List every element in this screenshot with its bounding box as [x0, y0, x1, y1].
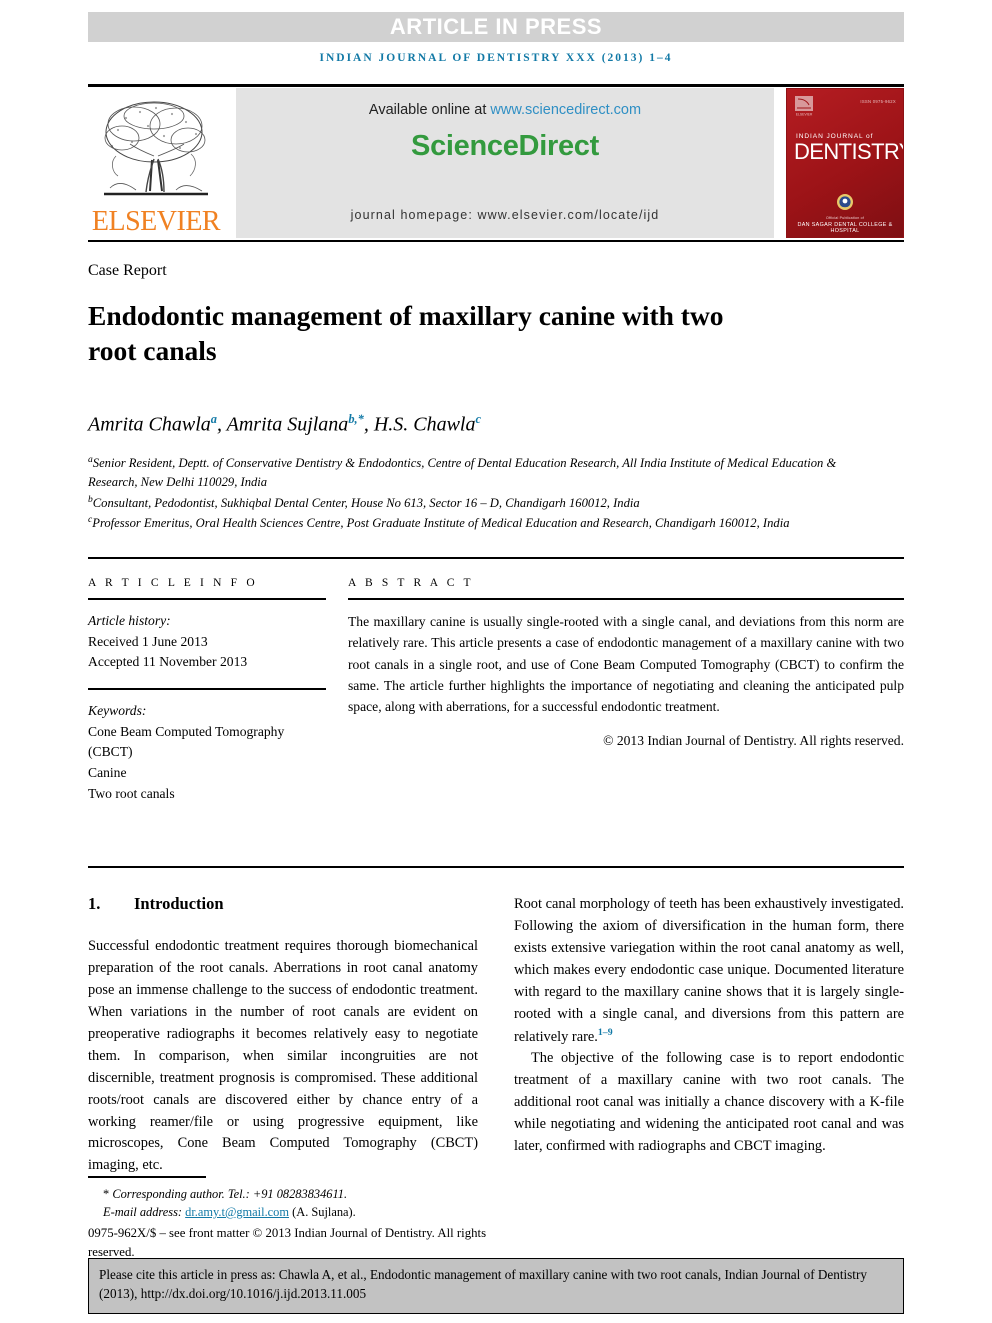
- sciencedirect-panel: Available online at www.sciencedirect.co…: [236, 88, 774, 238]
- journal-running-head: INDIAN JOURNAL OF DENTISTRY XXX (2013) 1…: [319, 52, 673, 64]
- section-title: Introduction: [134, 894, 224, 914]
- abstract-copyright: © 2013 Indian Journal of Dentistry. All …: [603, 733, 904, 749]
- page-title: Endodontic management of maxillary canin…: [88, 300, 724, 367]
- section-heading-introduction: 1. Introduction: [88, 894, 478, 914]
- svg-text:ELSEVIER: ELSEVIER: [796, 112, 813, 116]
- body-columns: 1. Introduction Successful endodontic tr…: [88, 894, 904, 1177]
- affiliation-text: Senior Resident, Deptt. of Conservative …: [88, 456, 837, 490]
- sciencedirect-link[interactable]: www.sciencedirect.com: [490, 102, 641, 118]
- info-abstract-row: A R T I C L E I N F O Article history: R…: [88, 577, 904, 804]
- article-info-rule: [88, 598, 326, 601]
- citation-notice-box: Please cite this article in press as: Ch…: [88, 1258, 904, 1314]
- email-label: E-mail address:: [103, 1204, 186, 1219]
- sciencedirect-logo: ScienceDirect: [411, 130, 599, 162]
- cover-elsevier-mark-icon: ELSEVIER: [795, 96, 813, 116]
- article-type-kicker: Case Report: [88, 262, 167, 279]
- affiliation-item: cProfessor Emeritus, Oral Health Science…: [88, 513, 848, 533]
- author-name: Amrita Sujlana: [226, 414, 349, 437]
- email-link[interactable]: dr.amy.t@gmail.com: [185, 1205, 289, 1219]
- email-footnote: E-mail address: dr.amy.t@gmail.com (A. S…: [88, 1203, 488, 1221]
- affiliation-text: Professor Emeritus, Oral Health Sciences…: [92, 516, 790, 531]
- elsevier-logo: ELSEVIER: [88, 88, 224, 238]
- cover-footline-institution: DAN SAGAR DENTAL COLLEGE & HOSPITAL: [797, 222, 893, 234]
- article-info-separator: [88, 688, 326, 691]
- abstract-rule: [348, 598, 904, 601]
- keyword-item: Two root canals: [88, 785, 175, 801]
- article-accepted-date: Accepted 11 November 2013: [88, 654, 248, 670]
- introduction-paragraph-3: The objective of the following case is t…: [514, 1050, 904, 1154]
- abstract-heading: A B S T R A C T: [348, 577, 474, 590]
- info-section-top-rule: [88, 557, 904, 560]
- corresponding-author-marker: *: [103, 1186, 110, 1201]
- article-info-column: A R T I C L E I N F O Article history: R…: [88, 577, 326, 804]
- affiliation-item: bConsultant, Pedodontist, Sukhiqbal Dent…: [88, 493, 848, 513]
- introduction-paragraph-2-text: Root canal morphology of teeth has been …: [514, 896, 904, 1045]
- journal-homepage-line: journal homepage: www.elsevier.com/locat…: [350, 208, 660, 222]
- article-history-block: Article history: Received 1 June 2013 Ac…: [88, 611, 326, 673]
- author-affiliation-mark[interactable]: a: [211, 412, 217, 426]
- introduction-paragraph-2: Root canal morphology of teeth has been …: [514, 894, 904, 1048]
- reference-citation-link[interactable]: 1–9: [598, 1027, 613, 1038]
- footnote-rule: [88, 1176, 206, 1178]
- abstract-column: A B S T R A C T The maxillary canine is …: [348, 577, 904, 804]
- section-number: 1.: [88, 894, 101, 914]
- article-page: ARTICLE IN PRESS INDIAN JOURNAL OF DENTI…: [0, 0, 992, 1323]
- available-online-line: Available online at www.sciencedirect.co…: [236, 102, 774, 118]
- author-name: H.S. Chawla: [373, 414, 476, 437]
- affiliation-item: aSenior Resident, Deptt. of Conservative…: [88, 453, 848, 492]
- cover-dentistry-title: DENTISTRY: [794, 139, 904, 164]
- article-history-label: Article history:: [88, 613, 171, 629]
- article-in-press-banner: ARTICLE IN PRESS: [88, 12, 904, 42]
- masthead-bottom-rule: [88, 240, 904, 242]
- masthead-top-rule: [88, 84, 904, 87]
- front-matter-line: 0975-962X/$ – see front matter © 2013 In…: [88, 1226, 487, 1260]
- author-affiliation-mark[interactable]: b,*: [348, 412, 364, 426]
- keyword-item: Cone Beam Computed Tomography: [88, 723, 285, 739]
- author-list: Amrita Chawlaa, Amrita Sujlanab,*, H.S. …: [88, 412, 482, 437]
- abstract-bottom-rule: [88, 866, 904, 869]
- article-received-date: Received 1 June 2013: [88, 633, 208, 649]
- cover-institution-emblem-icon: [837, 194, 853, 210]
- email-owner: (A. Sujlana).: [289, 1204, 356, 1219]
- cover-footline-small: Official Publication of: [825, 216, 865, 220]
- available-online-text: Available online at: [368, 102, 491, 118]
- citation-notice-text: Please cite this article in press as: Ch…: [99, 1267, 867, 1301]
- article-in-press-label: ARTICLE IN PRESS: [389, 14, 603, 39]
- keywords-label: Keywords:: [88, 703, 147, 719]
- corresponding-author-text: Corresponding author. Tel.: +91 08283834…: [112, 1186, 348, 1201]
- keyword-item: (CBCT): [88, 744, 133, 760]
- elsevier-wordmark: ELSEVIER: [91, 206, 221, 237]
- article-info-heading: A R T I C L E I N F O: [88, 577, 258, 590]
- body-left-column: 1. Introduction Successful endodontic tr…: [88, 894, 478, 1177]
- elsevier-tree-icon: [104, 101, 208, 196]
- corresponding-author-footnote: * Corresponding author. Tel.: +91 082838…: [88, 1185, 488, 1203]
- author-name: Amrita Chawla: [88, 414, 211, 437]
- body-right-column: Root canal morphology of teeth has been …: [514, 894, 904, 1177]
- keyword-item: Canine: [88, 765, 127, 781]
- article-content: Case Report Endodontic management of max…: [88, 262, 904, 1177]
- abstract-text: The maxillary canine is usually single-r…: [348, 614, 904, 714]
- cover-issn: ISSN 0975-962X: [860, 99, 896, 104]
- affiliation-text: Consultant, Pedodontist, Sukhiqbal Denta…: [92, 495, 640, 510]
- journal-cover-thumbnail[interactable]: ELSEVIER ISSN 0975-962X INDIAN JOURNAL o…: [786, 88, 904, 238]
- introduction-paragraph-1: Successful endodontic treatment requires…: [88, 938, 478, 1174]
- affiliation-list: aSenior Resident, Deptt. of Conservative…: [88, 453, 848, 533]
- journal-masthead: ELSEVIER Available online at www.science…: [88, 88, 904, 238]
- author-affiliation-mark[interactable]: c: [476, 412, 482, 426]
- keywords-block: Keywords: Cone Beam Computed Tomography …: [88, 701, 326, 804]
